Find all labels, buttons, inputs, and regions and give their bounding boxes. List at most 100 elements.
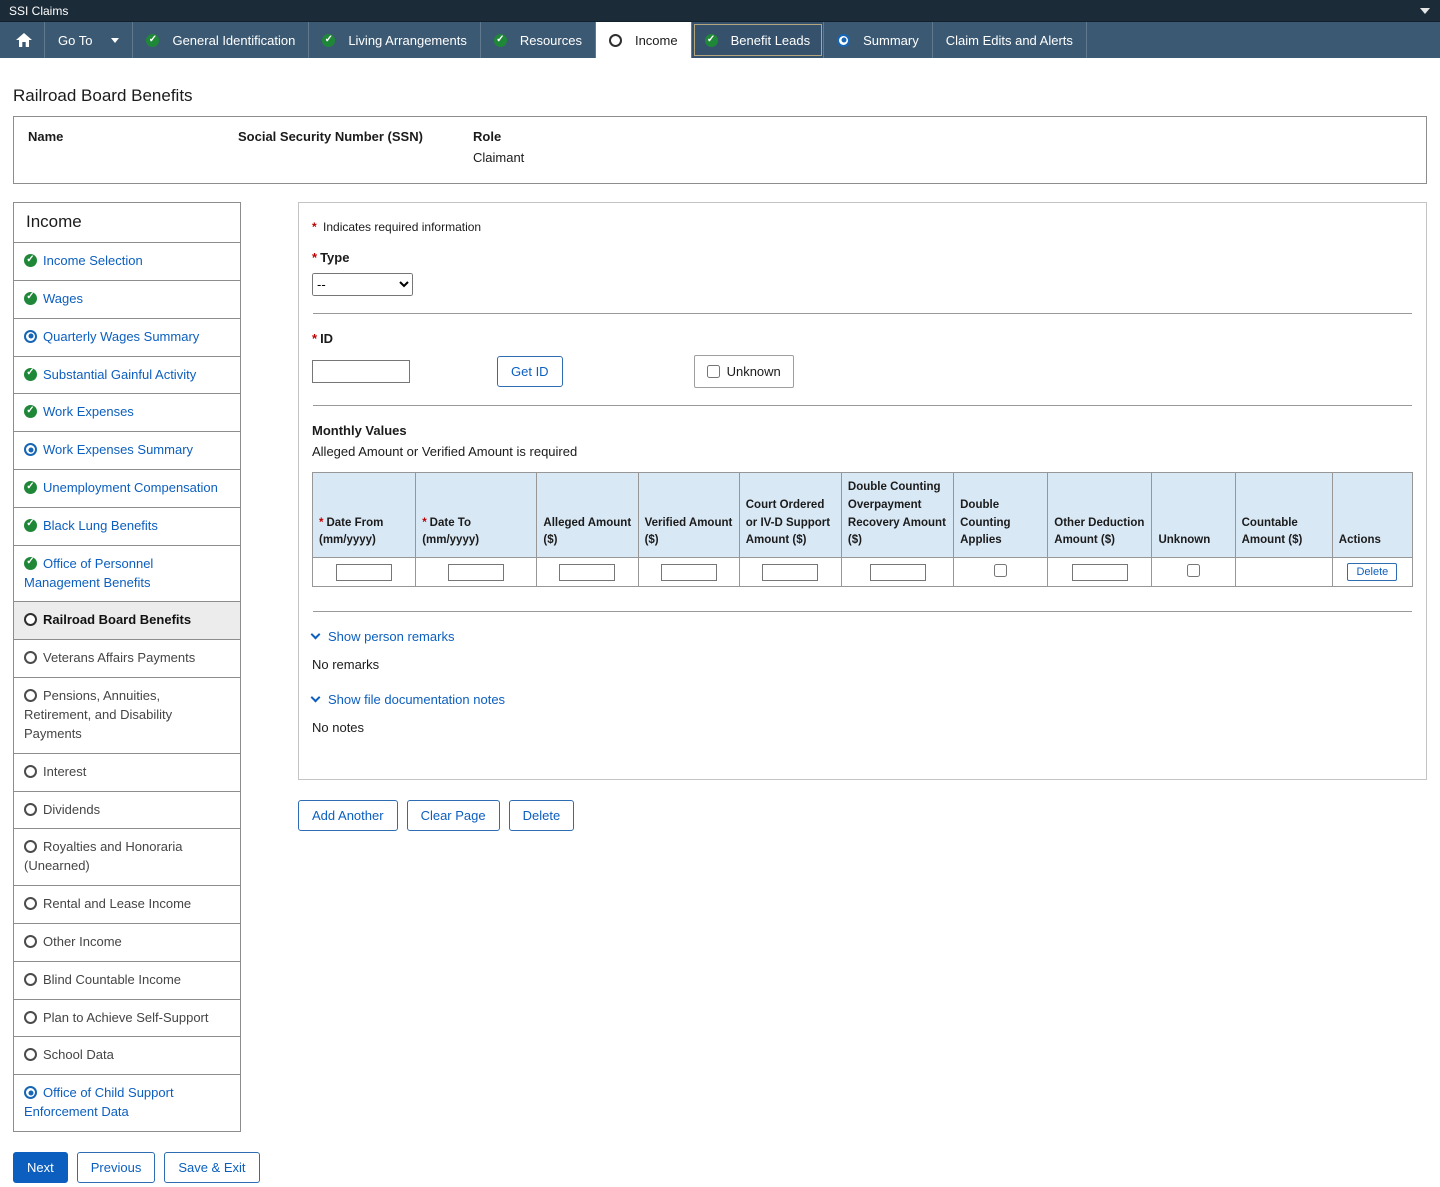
countable-amount-cell — [1235, 558, 1332, 587]
id-unknown-checkbox[interactable] — [707, 365, 720, 378]
col-unknown: Unknown — [1152, 473, 1235, 558]
sidebar-item-label[interactable]: Substantial Gainful Activity — [43, 367, 196, 382]
tab-benefit-leads[interactable]: Benefit Leads — [692, 22, 825, 58]
alleged-amount-input[interactable] — [559, 564, 615, 581]
check-icon — [705, 34, 718, 47]
sidebar-item-railroad-board-benefits[interactable]: Railroad Board Benefits — [14, 601, 240, 639]
table-row: Delete — [313, 558, 1413, 587]
sidebar-item-label[interactable]: Work Expenses — [43, 404, 134, 419]
sidebar-item-interest: Interest — [14, 753, 240, 791]
show-file-documentation-notes-toggle[interactable]: Show file documentation notes — [312, 692, 505, 707]
required-marker: * — [422, 517, 426, 529]
monthly-values-subtitle: Alleged Amount or Verified Amount is req… — [312, 444, 1413, 459]
double-counting-applies-checkbox[interactable] — [994, 564, 1007, 577]
sidebar-title: Income — [14, 203, 240, 242]
tab-resources[interactable]: Resources — [481, 22, 596, 58]
sidebar-item-label[interactable]: Office of Personnel Management Benefits — [24, 556, 153, 590]
sidebar-item-office-of-personnel-management-benefits: Office of Personnel Management Benefits — [14, 545, 240, 602]
previous-button[interactable]: Previous — [77, 1152, 156, 1183]
id-input[interactable] — [312, 360, 410, 383]
sidebar-item-label[interactable]: Wages — [43, 291, 83, 306]
not-started-icon — [24, 973, 37, 986]
required-note: * Indicates required information — [312, 220, 1413, 234]
court-ordered-amount-input[interactable] — [762, 564, 818, 581]
railroad-benefits-form: * Indicates required information *Type -… — [298, 202, 1427, 780]
tab-summary[interactable]: Summary — [824, 22, 933, 58]
sidebar-item-label[interactable]: Black Lung Benefits — [43, 518, 158, 533]
current-step-icon — [609, 34, 622, 47]
verified-amount-input[interactable] — [661, 564, 717, 581]
chevron-down-icon — [311, 693, 321, 703]
sidebar-item-income-selection: Income Selection — [14, 242, 240, 280]
monthly-values-title: Monthly Values — [312, 423, 1413, 438]
add-another-button[interactable]: Add Another — [298, 800, 398, 831]
required-marker: * — [312, 331, 317, 346]
home-button[interactable] — [4, 22, 45, 58]
sidebar-item-label: School Data — [43, 1047, 114, 1062]
current-step-icon — [24, 613, 37, 626]
goto-label: Go To — [58, 33, 92, 48]
title-bar: SSI Claims — [0, 0, 1440, 21]
col-date-to: *Date To (mm/yyyy) — [416, 473, 537, 558]
check-icon — [494, 34, 507, 47]
tab-claim-edits-and-alerts[interactable]: Claim Edits and Alerts — [933, 22, 1087, 58]
unknown-checkbox[interactable] — [1187, 564, 1200, 577]
check-icon — [24, 405, 37, 418]
not-started-icon — [24, 897, 37, 910]
row-delete-button[interactable]: Delete — [1347, 563, 1397, 581]
tab-general-identification[interactable]: General Identification — [133, 22, 309, 58]
tab-label: Living Arrangements — [348, 33, 467, 48]
sidebar-item-label: Royalties and Honoraria (Unearned) — [24, 839, 182, 873]
ssn-label: Social Security Number (SSN) — [238, 129, 473, 144]
window-dropdown-icon[interactable] — [1420, 8, 1430, 14]
clear-page-button[interactable]: Clear Page — [407, 800, 500, 831]
date-to-input[interactable] — [448, 564, 504, 581]
date-from-input[interactable] — [336, 564, 392, 581]
sidebar-item-label[interactable]: Income Selection — [43, 253, 143, 268]
sidebar-item-label: Other Income — [43, 934, 122, 949]
sidebar-item-unemployment-compensation: Unemployment Compensation — [14, 469, 240, 507]
app-title: SSI Claims — [9, 4, 68, 18]
col-verified-amount: Verified Amount ($) — [638, 473, 739, 558]
type-select[interactable]: -- — [312, 273, 413, 296]
sidebar-item-label[interactable]: Unemployment Compensation — [43, 480, 218, 495]
sidebar-item-label[interactable]: Work Expenses Summary — [43, 442, 193, 457]
main-nav: Go To General Identification Living Arra… — [0, 21, 1440, 58]
other-deduction-input[interactable] — [1072, 564, 1128, 581]
sidebar-item-label: Blind Countable Income — [43, 972, 181, 987]
check-icon — [24, 368, 37, 381]
chevron-down-icon — [311, 630, 321, 640]
delete-button[interactable]: Delete — [509, 800, 575, 831]
col-double-counting-recovery: Double Counting Overpayment Recovery Amo… — [841, 473, 953, 558]
home-icon — [16, 33, 32, 47]
double-counting-recovery-input[interactable] — [870, 564, 926, 581]
id-unknown-group: Unknown — [694, 355, 794, 388]
sidebar-item-label[interactable]: Office of Child Support Enforcement Data — [24, 1085, 174, 1119]
show-person-remarks-toggle[interactable]: Show person remarks — [312, 629, 454, 644]
sidebar-item-label[interactable]: Quarterly Wages Summary — [43, 329, 199, 344]
tab-income[interactable]: Income — [596, 22, 692, 58]
sidebar-item-label: Railroad Board Benefits — [43, 612, 191, 627]
save-exit-button[interactable]: Save & Exit — [164, 1152, 259, 1183]
next-button[interactable]: Next — [13, 1152, 68, 1183]
tab-living-arrangements[interactable]: Living Arrangements — [309, 22, 481, 58]
col-countable-amount: Countable Amount ($) — [1235, 473, 1332, 558]
sidebar-item-pensions-annuities: Pensions, Annuities, Retirement, and Dis… — [14, 677, 240, 753]
divider — [313, 313, 1412, 314]
sidebar-item-school-data: School Data — [14, 1036, 240, 1074]
not-started-icon — [24, 1011, 37, 1024]
get-id-button[interactable]: Get ID — [497, 356, 563, 387]
not-started-icon — [24, 840, 37, 853]
col-date-from: *Date From (mm/yyyy) — [313, 473, 416, 558]
sidebar-item-label: Interest — [43, 764, 86, 779]
tab-label: General Identification — [172, 33, 295, 48]
sidebar-item-office-of-child-support-enforcement-data: Office of Child Support Enforcement Data — [14, 1074, 240, 1131]
person-header: Name Social Security Number (SSN) Role C… — [13, 116, 1427, 184]
not-started-icon — [24, 765, 37, 778]
monthly-values-table: *Date From (mm/yyyy) *Date To (mm/yyyy) … — [312, 472, 1413, 587]
goto-menu[interactable]: Go To — [45, 22, 133, 58]
sidebar-item-work-expenses-summary: Work Expenses Summary — [14, 431, 240, 469]
not-started-icon — [24, 935, 37, 948]
not-started-icon — [24, 651, 37, 664]
sidebar-item-label: Dividends — [43, 802, 100, 817]
